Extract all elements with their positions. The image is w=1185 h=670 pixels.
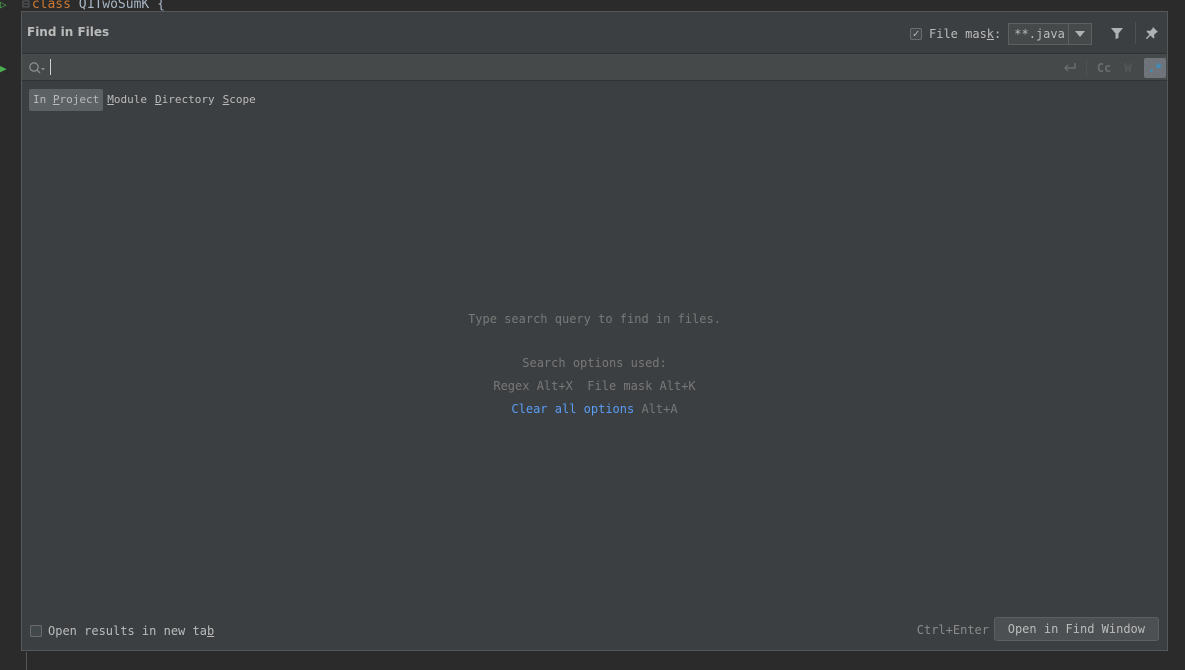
clear-all-options-link[interactable]: Clear all options [511,402,634,416]
open-new-tab-option[interactable]: Open results in new tab [30,624,214,638]
tab-scope[interactable]: Scope [219,89,260,111]
scope-tabs: In Project Module Directory Scope [29,89,260,111]
run-gutter-icon[interactable]: ▶ [0,63,8,74]
search-input[interactable] [51,57,1035,79]
new-line-icon[interactable] [1060,58,1080,78]
pin-icon[interactable] [1143,24,1161,42]
filter-icon[interactable] [1108,24,1126,42]
file-mask-dropdown-button[interactable] [1068,24,1091,44]
options-heading: Search options used: [522,356,667,370]
clear-options-shortcut: Alt+A [641,402,678,416]
editor-indent-guide [26,652,27,670]
mask-option-hint: File mask Alt+K [587,379,696,393]
file-mask-label[interactable]: File mask: [929,27,1001,41]
options-list: Regex Alt+X File mask Alt+K [22,375,1167,398]
open-in-find-window-button[interactable]: Open in Find Window [993,617,1159,641]
find-in-files-dialog: Find in Files ✓ File mask: **.java Cc W [21,11,1168,651]
regex-button[interactable]: .* [1144,58,1166,78]
regex-option-hint: Regex Alt+X [493,379,573,393]
open-shortcut-hint: Ctrl+Enter [916,623,989,637]
search-row: Cc W .* [22,53,1167,81]
open-new-tab-checkbox[interactable] [30,625,42,637]
file-mask-combo[interactable]: **.java [1008,23,1093,45]
file-mask-value[interactable]: **.java [1009,27,1068,41]
search-history-icon[interactable] [28,60,46,79]
dialog-footer: Open results in new tab Ctrl+Enter Open … [22,610,1167,650]
tab-in-project[interactable]: In Project [29,89,104,111]
header-separator [1135,22,1136,44]
file-mask-checkbox[interactable]: ✓ [910,28,922,40]
open-new-tab-label[interactable]: Open results in new tab [48,624,214,638]
match-case-button[interactable]: Cc [1093,58,1115,78]
dialog-title: Find in Files [27,25,110,39]
empty-state: Type search query to find in files. Sear… [22,308,1167,421]
tab-module[interactable]: Module [103,89,151,111]
dialog-header: Find in Files ✓ File mask: **.java [22,12,1167,53]
clear-options-row: Clear all options Alt+A [22,398,1167,421]
words-button[interactable]: W [1119,58,1137,78]
file-mask-group: ✓ File mask: **.java [910,23,1093,45]
chevron-down-icon [1075,31,1086,37]
tab-directory[interactable]: Directory [151,89,219,111]
empty-message: Type search query to find in files. [468,312,721,326]
run-gutter-icon[interactable]: ▷ [0,0,8,10]
option-separator [1086,59,1087,77]
